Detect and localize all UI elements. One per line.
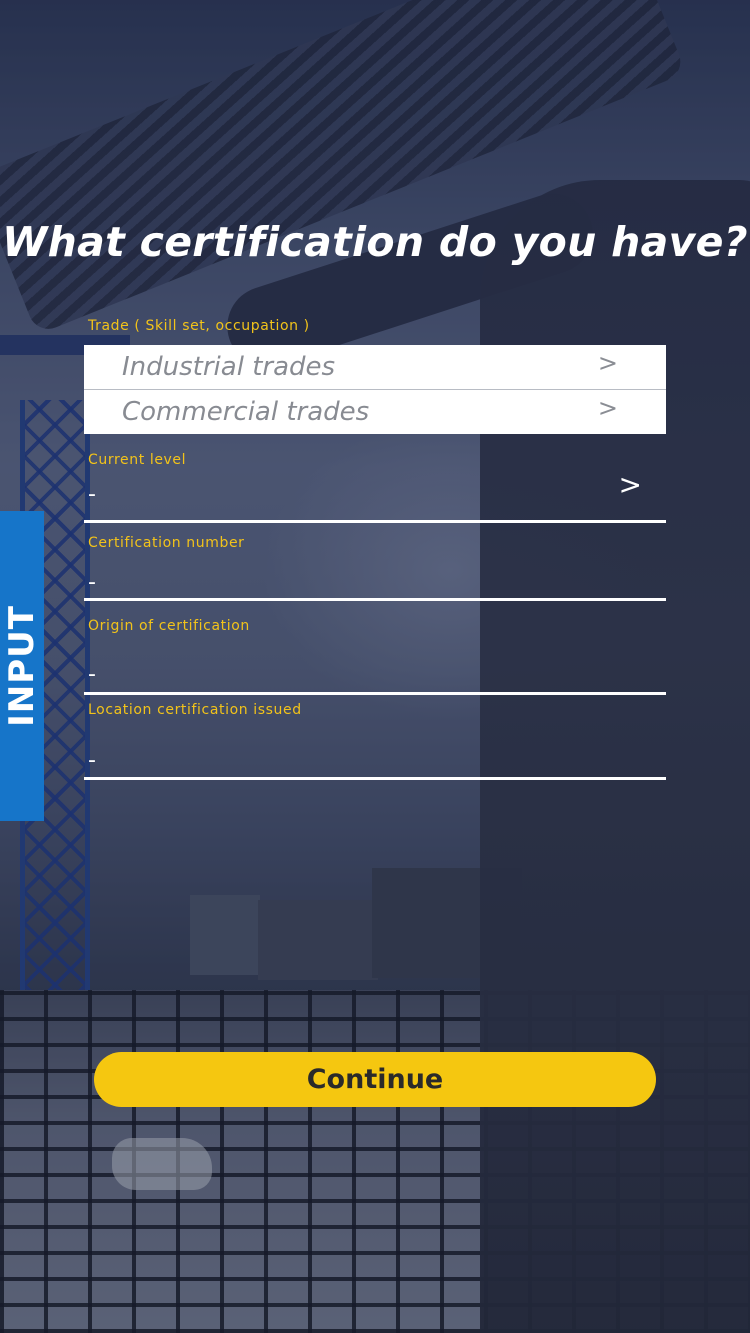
trade-option-label: Industrial trades bbox=[122, 352, 336, 382]
certification-number-input[interactable]: - bbox=[84, 556, 666, 601]
current-level-label: Current level bbox=[88, 452, 187, 468]
chevron-right-icon: > bbox=[618, 468, 642, 501]
side-tab-label: INPUT bbox=[2, 605, 43, 727]
trade-label: Trade ( Skill set, occupation ) bbox=[88, 318, 310, 334]
chevron-right-icon: > bbox=[597, 394, 618, 422]
trade-option-industrial[interactable]: Industrial trades > bbox=[84, 345, 666, 389]
chevron-right-icon: > bbox=[597, 349, 618, 377]
trade-option-commercial[interactable]: Commercial trades > bbox=[84, 389, 666, 434]
current-level-select[interactable]: - > bbox=[84, 468, 666, 523]
origin-label: Origin of certification bbox=[88, 618, 250, 634]
location-input[interactable]: - bbox=[84, 724, 666, 780]
trade-options-list: Industrial trades > Commercial trades > bbox=[84, 345, 666, 434]
location-label: Location certification issued bbox=[88, 702, 302, 718]
origin-input[interactable]: - bbox=[84, 640, 666, 695]
certification-number-value: - bbox=[88, 570, 96, 595]
continue-button[interactable]: Continue bbox=[94, 1052, 656, 1107]
current-level-value: - bbox=[88, 482, 96, 507]
input-side-tab[interactable]: INPUT bbox=[0, 511, 44, 821]
certification-number-label: Certification number bbox=[88, 535, 245, 551]
page-title: What certification do you have? bbox=[2, 218, 748, 266]
origin-value: - bbox=[88, 662, 96, 687]
trade-option-label: Commercial trades bbox=[122, 397, 370, 427]
location-value: - bbox=[88, 748, 96, 773]
